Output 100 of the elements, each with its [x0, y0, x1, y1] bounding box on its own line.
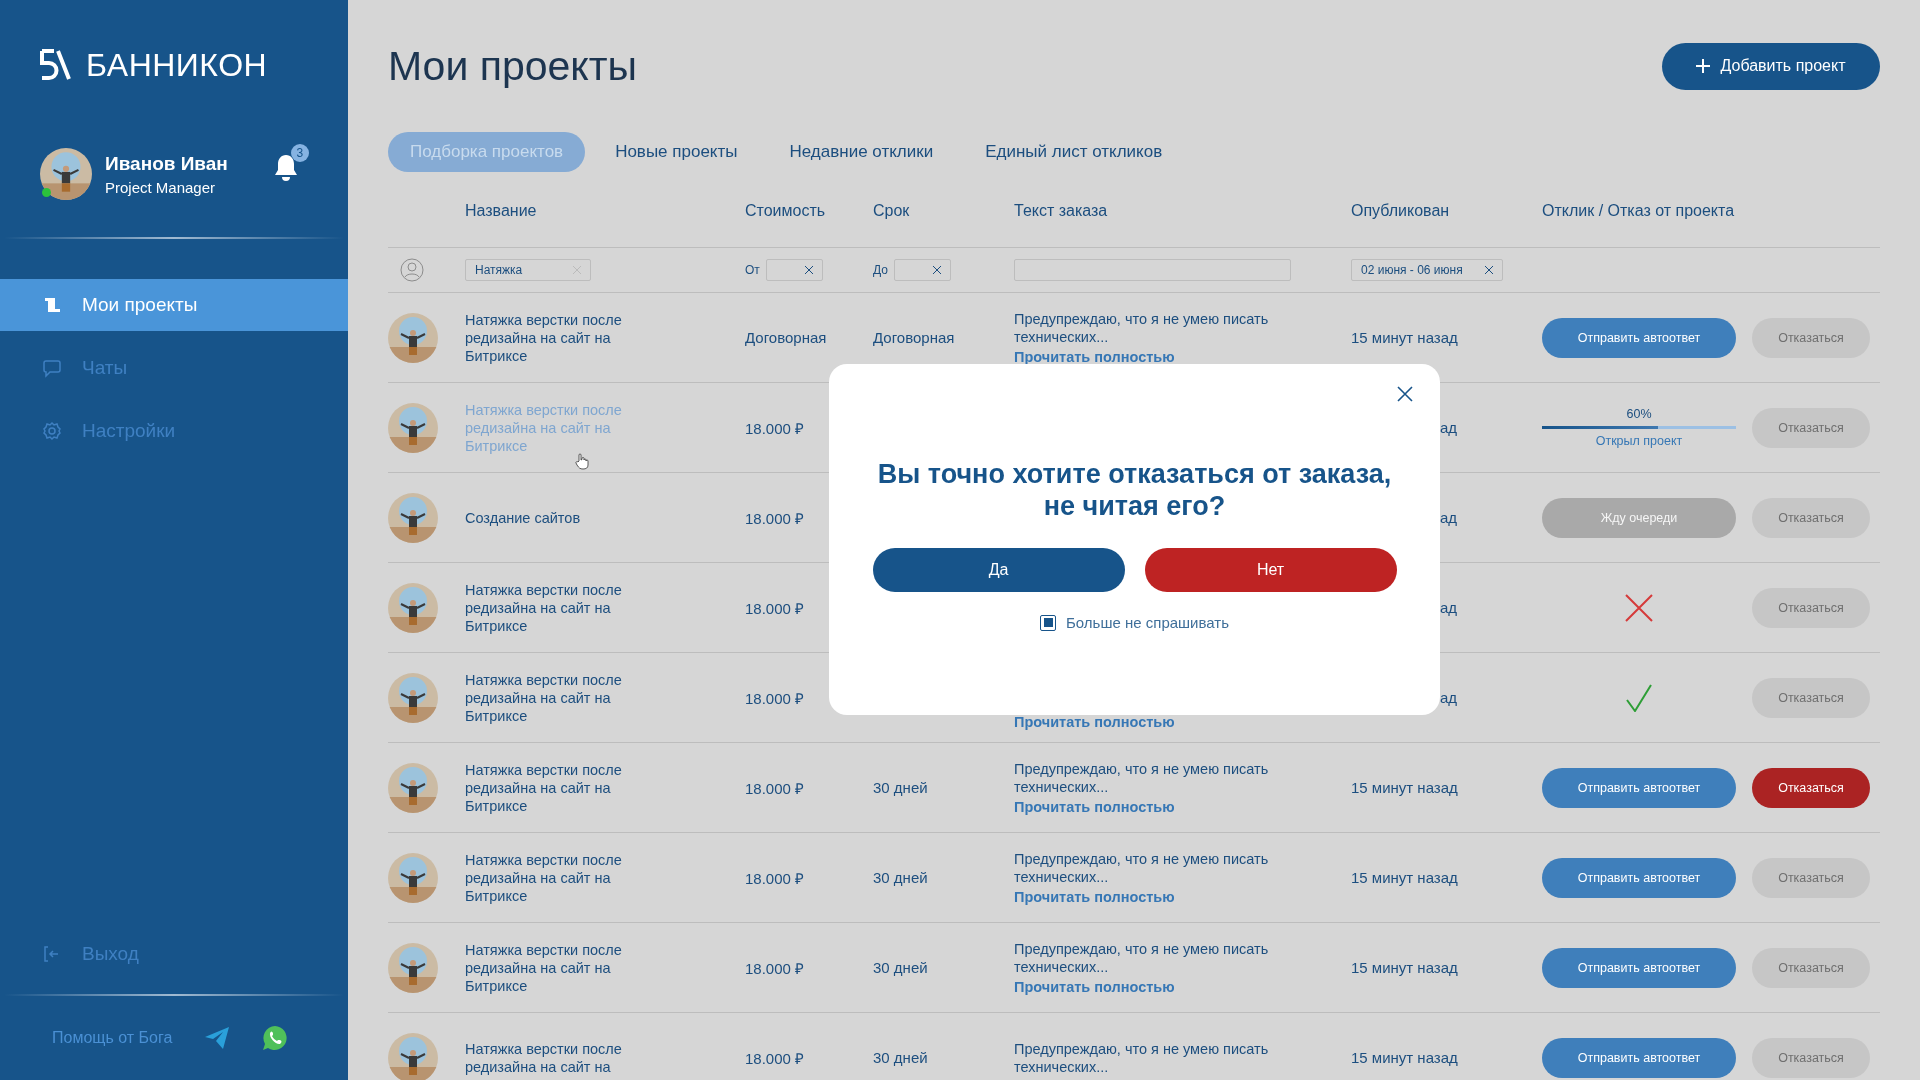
user-role: Project Manager	[105, 178, 217, 196]
cross-icon	[1625, 593, 1653, 622]
term-cell: 30 дней	[873, 869, 928, 886]
project-name-link[interactable]: Натяжка верстки после редизайна на сайт на Битриксе	[465, 580, 655, 635]
logo-icon	[40, 49, 72, 81]
published-cell: 15 минут назад	[1351, 869, 1458, 886]
read-more-link[interactable]: Прочитать полностью	[1014, 799, 1351, 815]
term-cell: Договорная	[873, 329, 955, 346]
autoreply-button[interactable]: Отправить автоответ	[1542, 317, 1736, 358]
autoreply-button[interactable]: Отправить автоответ	[1542, 1037, 1736, 1078]
document-icon	[42, 295, 62, 315]
name-filter-field[interactable]: Натяжка	[465, 259, 591, 281]
confirm-button[interactable]: Да	[872, 548, 1125, 592]
notification-badge: 3	[290, 144, 309, 162]
hand-cursor-icon	[575, 453, 589, 470]
refuse-button[interactable]: Отказаться	[1752, 767, 1870, 808]
price-cell-text: 18.000 ₽	[745, 778, 806, 798]
published-cell: ад	[1440, 689, 1458, 706]
column-header: Название	[465, 200, 538, 220]
read-more-link[interactable]: Прочитать полностью	[1014, 714, 1351, 730]
price-cell-text: Договорная	[745, 329, 828, 346]
published-cell: 15 минут назад	[1351, 779, 1458, 796]
order-text: Предупреждаю, что я не умею писать технических...	[1014, 940, 1270, 976]
order-text: Предупреждаю, что я не умею писать технических...	[1014, 850, 1270, 886]
clear-icon[interactable]	[804, 266, 813, 274]
to-label: До	[873, 263, 888, 277]
column-header: Срок	[873, 200, 911, 220]
project-name-link[interactable]: Создание сайтов	[465, 508, 655, 527]
price-cell-text: 18.000 ₽	[745, 688, 806, 708]
text-filter-field[interactable]	[1014, 259, 1291, 281]
checkmark-icon	[1626, 683, 1652, 712]
close-icon[interactable]	[1397, 386, 1413, 402]
date-filter-field[interactable]: 02 июня - 06 июня	[1351, 259, 1503, 281]
checkbox[interactable]	[1040, 614, 1056, 631]
project-name-link[interactable]: Натяжка верстки после редизайна на сайт на Битриксе	[465, 850, 655, 905]
settings-icon	[42, 421, 62, 441]
column-header: Стоимость	[745, 200, 827, 220]
project-name-link[interactable]: Натяжка верстки после редизайна на сайт на Битриксе	[465, 670, 655, 725]
brand-name: БАННИКОН	[86, 46, 268, 84]
plus-icon	[1696, 59, 1711, 73]
price-cell-text: 18.000 ₽	[745, 418, 806, 438]
clear-icon[interactable]	[1485, 266, 1493, 274]
read-more-link[interactable]: Прочитать полностью	[1014, 979, 1351, 995]
from-label: От	[745, 263, 760, 277]
project-name-link[interactable]: Натяжка верстки после редизайна на сайт на Битриксе	[465, 760, 655, 815]
chat-icon	[42, 358, 62, 378]
project-name-link[interactable]: Натяжка верстки после редизайна на сайт на	[465, 1039, 655, 1076]
price-cell-text: 18.000 ₽	[745, 598, 806, 618]
progress-caption: Открыл проект	[1595, 434, 1683, 448]
price-cell-text: 18.000 ₽	[745, 508, 806, 528]
autoreply-button[interactable]: Отправить автоответ	[1542, 767, 1736, 808]
autoreply-button[interactable]: Отправить автоответ	[1542, 947, 1736, 988]
refuse-button[interactable]: Отказаться	[1752, 587, 1870, 628]
price-cell-text: 18.000 ₽	[745, 958, 806, 978]
cost-from-field[interactable]	[765, 259, 823, 281]
phone-chat-icon[interactable]	[262, 1025, 289, 1051]
page-title: Мои проекты	[388, 42, 637, 90]
user-name: Иванов Иван	[105, 152, 228, 175]
published-cell: ад	[1440, 509, 1458, 526]
refuse-button[interactable]: Отказаться	[1752, 407, 1870, 448]
bell-icon[interactable]	[272, 153, 299, 181]
published-cell: 15 минут назад	[1351, 1049, 1458, 1066]
tab[interactable]: Новые проекты	[593, 132, 760, 172]
checkbox-label: Больше не спрашивать	[1066, 614, 1229, 631]
refuse-button[interactable]: Отказаться	[1752, 497, 1870, 538]
term-cell: 30 дней	[873, 959, 928, 976]
refuse-button[interactable]: Отказаться	[1752, 1037, 1870, 1078]
project-name-link[interactable]: Натяжка верстки после редизайна на сайт на Битриксе	[465, 940, 655, 995]
tab[interactable]: Единый лист откликов	[963, 132, 1185, 172]
order-text: Предупреждаю, что я не умею писать технических...	[1014, 760, 1270, 796]
progress-reading: 60%	[1626, 407, 1652, 421]
column-header: Текст заказа	[1014, 200, 1109, 220]
refuse-button[interactable]: Отказаться	[1752, 857, 1870, 898]
project-name-link[interactable]: Натяжка верстки после редизайна на сайт на Битриксе	[465, 310, 655, 365]
term-to-field[interactable]	[893, 259, 951, 281]
term-cell: 30 дней	[873, 779, 928, 796]
term-cell: 30 дней	[873, 1049, 928, 1066]
column-header: Опубликован	[1351, 200, 1451, 220]
waiting-button: Жду очереди	[1542, 497, 1736, 538]
published-cell: 15 минут назад	[1351, 959, 1458, 976]
refuse-button[interactable]: Отказаться	[1752, 947, 1870, 988]
read-more-link[interactable]: Прочитать полностью	[1014, 889, 1351, 905]
read-more-link[interactable]: Прочитать полностью	[1014, 349, 1351, 365]
dialog-title: Вы точно хотите отказаться от заказа, не читая его?	[876, 458, 1393, 522]
price-cell-text: 18.000 ₽	[745, 868, 806, 888]
help-link[interactable]: Помощь от Бога	[52, 1029, 173, 1047]
order-text: Предупреждаю, что я не умею писать технических...	[1014, 1039, 1270, 1076]
published-cell: 15 минут назад	[1351, 329, 1458, 346]
tab[interactable]: Недавние отклики	[767, 132, 956, 172]
cancel-button[interactable]: Нет	[1144, 548, 1397, 592]
add-project-button[interactable]: Добавить проект	[1662, 42, 1880, 90]
order-text: Предупреждаю, что я не умею писать технических...	[1014, 310, 1270, 346]
menu-item[interactable]: Мои проекты	[0, 279, 348, 331]
paper-plane-icon[interactable]	[204, 1026, 231, 1050]
autoreply-button[interactable]: Отправить автоответ	[1542, 857, 1736, 898]
refuse-button[interactable]: Отказаться	[1752, 317, 1870, 358]
clear-icon[interactable]	[932, 266, 941, 274]
price-cell-text: 18.000 ₽	[745, 1048, 806, 1068]
refuse-button[interactable]: Отказаться	[1752, 677, 1870, 718]
column-header: Отклик / Отказ от проекта	[1542, 200, 1736, 220]
